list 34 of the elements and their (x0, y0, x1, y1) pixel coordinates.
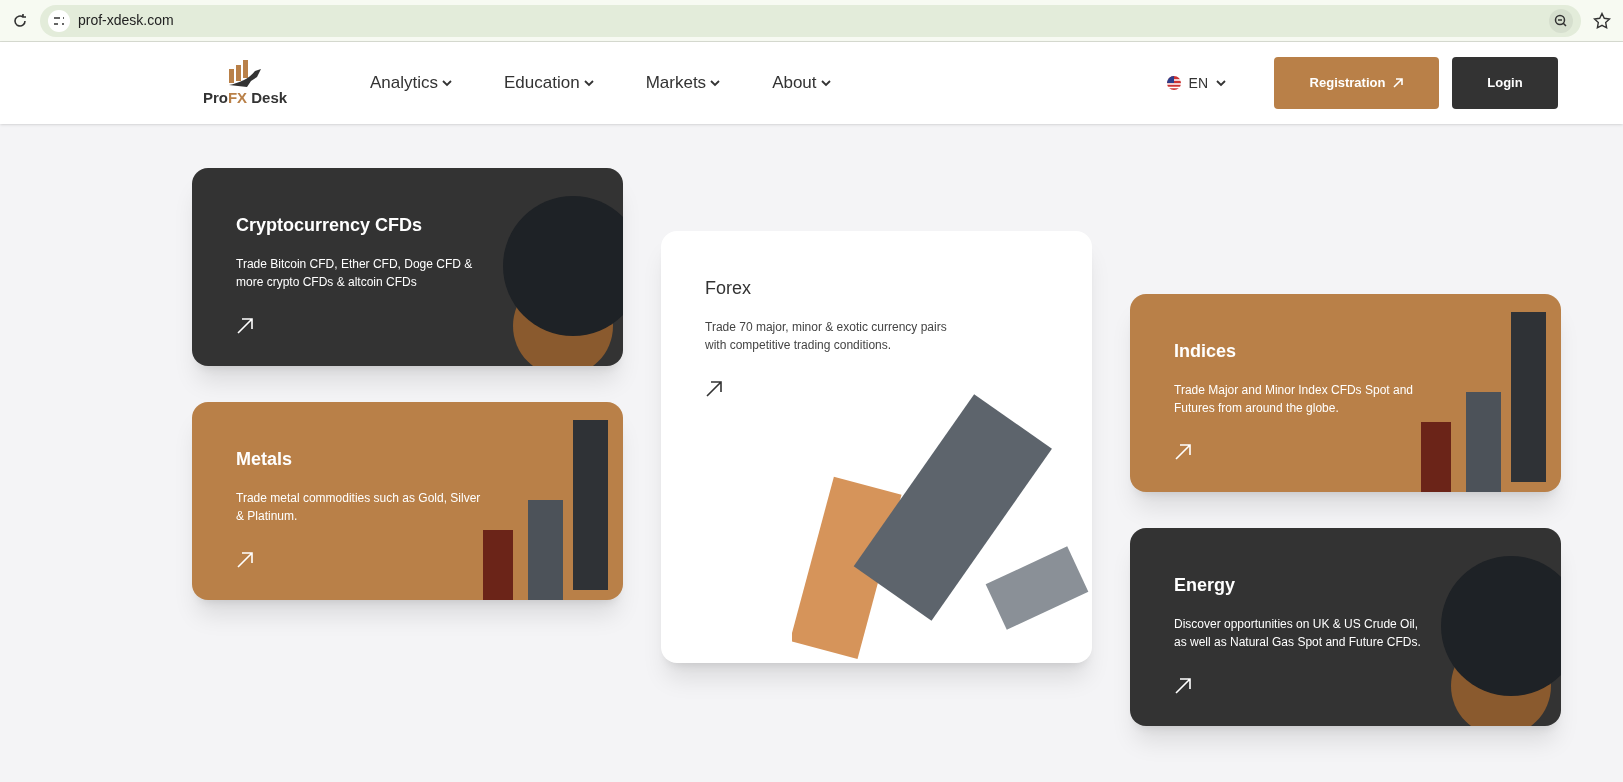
nav-menu-item[interactable]: Markets (645, 70, 721, 96)
nav-menu-item[interactable]: About (772, 70, 831, 96)
chevron-down-icon (583, 79, 594, 87)
card-title: Energy (1174, 574, 1237, 597)
card-title: Cryptocurrency CFDs (236, 214, 424, 237)
market-card[interactable]: Cryptocurrency CFDs Trade Bitcoin CFD, Ether CFD, Doge CFD & more crypto CFDs & altcoin CFDs (192, 168, 623, 366)
chevron-down-icon (442, 79, 453, 87)
chevron-down-icon (820, 79, 831, 87)
card-description: Discover opportunities on UK & US Crude Oil, as well as Natural Gas Spot and Future CFDs. (1174, 616, 1422, 651)
card-description: Trade Major and Minor Index CFDs Spot and Futures from around the globe. (1174, 382, 1414, 417)
card-description: Trade Bitcoin CFD, Ether CFD, Doge CFD & more crypto CFDs & altcoin CFDs (236, 256, 474, 291)
login-button[interactable]: Login (1452, 57, 1558, 109)
chevron-down-icon (710, 79, 721, 87)
nav-menu-item[interactable]: Education (504, 70, 594, 96)
chevron-down-icon (1216, 79, 1226, 87)
arrow-up-right-icon (1393, 78, 1404, 88)
card-description: Trade metal commodities such as Gold, Silver & Platinum. (236, 490, 482, 525)
language-selector[interactable]: EN (1166, 72, 1226, 94)
url-text: prof-xdesk.com (78, 11, 174, 30)
nav-menu-item[interactable]: Analytics (370, 70, 453, 96)
market-card[interactable]: Forex Trade 70 major, minor & exotic currency pairs with competitive trading conditions. (661, 231, 1092, 663)
card-title: Indices (1174, 340, 1238, 363)
market-card[interactable]: Energy Discover opportunities on UK & US Crude Oil, as well as Natural Gas Spot and Future CFDs. (1130, 528, 1561, 726)
zoom-out-icon[interactable] (1549, 8, 1573, 33)
logo-text: ProFX Desk (202, 87, 288, 108)
card-title: Metals (236, 448, 294, 471)
card-description: Trade 70 major, minor & exotic currency pairs with competitive trading conditions. (705, 319, 948, 354)
address-bar[interactable]: prof-xdesk.com (40, 4, 1581, 37)
reload-icon[interactable] (12, 12, 28, 29)
card-title: Forex (705, 277, 752, 300)
bookmark-star-icon[interactable] (1593, 11, 1611, 30)
us-flag-icon (1166, 76, 1181, 90)
site-settings-icon[interactable] (48, 9, 70, 32)
arrow-up-right-icon[interactable] (705, 380, 723, 398)
